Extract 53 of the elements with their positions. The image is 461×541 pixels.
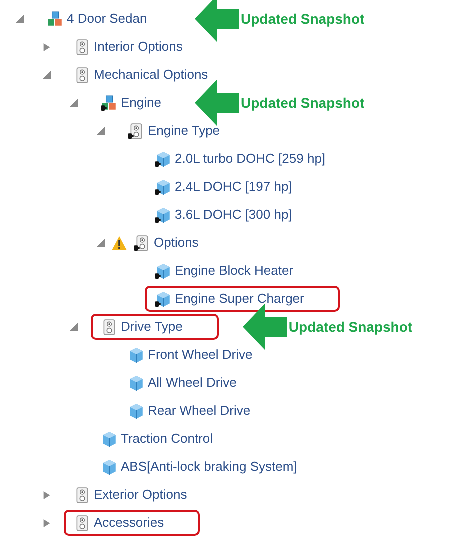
left-arrow-icon bbox=[242, 304, 287, 350]
tree-item-label[interactable]: Drive Type bbox=[121, 317, 183, 337]
cube-icon bbox=[155, 262, 172, 280]
tree-item-label[interactable]: Engine Super Charger bbox=[175, 289, 304, 309]
tree-item-label[interactable]: 4 Door Sedan bbox=[67, 9, 148, 29]
collapse-icon[interactable] bbox=[70, 99, 78, 107]
left-arrow-icon bbox=[195, 0, 239, 42]
tree-item-label[interactable]: 2.4L DOHC [197 hp] bbox=[175, 177, 292, 197]
tree-item-label[interactable]: ABS[Anti-lock braking System] bbox=[121, 457, 298, 477]
tree-item-label[interactable]: 3.6L DOHC [300 hp] bbox=[175, 205, 292, 225]
cube-icon bbox=[128, 374, 145, 392]
cube-icon bbox=[155, 150, 172, 168]
callout-label: Updated Snapshot bbox=[288, 318, 413, 337]
left-arrow-icon bbox=[195, 80, 239, 126]
tree-item-label[interactable]: Engine Block Heater bbox=[175, 261, 294, 281]
cube-icon bbox=[101, 430, 118, 448]
callout-label: Updated Snapshot bbox=[241, 10, 365, 29]
callout-label: Updated Snapshot bbox=[241, 94, 365, 113]
tree-item-label[interactable]: Rear Wheel Drive bbox=[148, 401, 251, 421]
blocks-icon bbox=[47, 10, 64, 28]
cube-icon bbox=[155, 290, 172, 308]
expand-icon[interactable] bbox=[43, 518, 51, 528]
document-icon bbox=[74, 38, 91, 56]
tree-item-label[interactable]: All Wheel Drive bbox=[148, 373, 237, 393]
blocks-icon bbox=[101, 94, 118, 112]
tree-item-label[interactable]: Engine bbox=[121, 93, 162, 113]
expand-icon[interactable] bbox=[43, 490, 51, 500]
tree-item-label[interactable]: Front Wheel Drive bbox=[148, 345, 253, 365]
tree-item-label[interactable]: Exterior Options bbox=[94, 485, 188, 505]
document-icon bbox=[128, 122, 145, 140]
collapse-icon[interactable] bbox=[97, 239, 105, 247]
document-icon bbox=[134, 234, 151, 252]
cube-icon bbox=[155, 178, 172, 196]
collapse-icon[interactable] bbox=[43, 71, 51, 79]
document-icon bbox=[74, 66, 91, 84]
tree-item-label[interactable]: 2.0L turbo DOHC [259 hp] bbox=[175, 149, 326, 169]
collapse-icon[interactable] bbox=[16, 15, 24, 23]
tree-item-label[interactable]: Accessories bbox=[94, 513, 164, 533]
collapse-icon[interactable] bbox=[97, 127, 105, 135]
document-icon bbox=[74, 514, 91, 532]
cube-icon bbox=[101, 458, 118, 476]
document-icon bbox=[74, 486, 91, 504]
cube-icon bbox=[155, 206, 172, 224]
tree-item-label[interactable]: Engine Type bbox=[148, 121, 220, 141]
collapse-icon[interactable] bbox=[70, 323, 78, 331]
expand-icon[interactable] bbox=[43, 42, 51, 52]
tree-item-label[interactable]: Traction Control bbox=[121, 429, 213, 449]
tree-item-label[interactable]: Interior Options bbox=[94, 37, 183, 57]
tree-item-label[interactable]: Options bbox=[154, 233, 199, 253]
document-icon bbox=[101, 318, 118, 336]
cube-icon bbox=[128, 346, 145, 364]
cube-icon bbox=[128, 402, 145, 420]
tree-item-label[interactable]: Mechanical Options bbox=[94, 65, 208, 85]
